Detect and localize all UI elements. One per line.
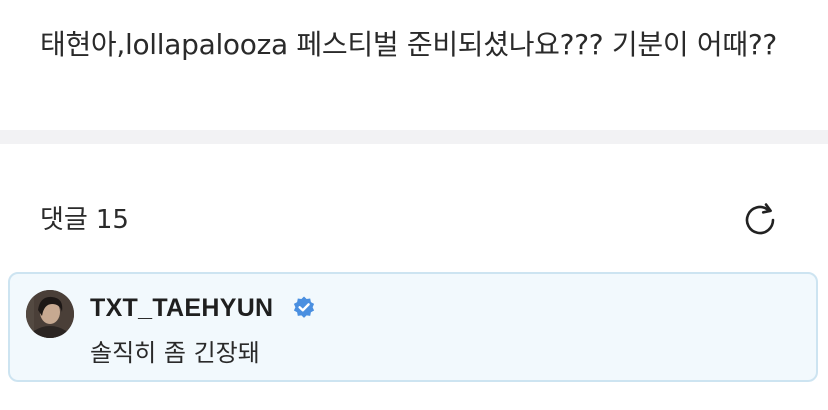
comments-label: 댓글 [40, 205, 88, 235]
section-divider [0, 130, 828, 144]
verified-badge-icon [291, 295, 317, 321]
comment-text: 솔직히 좀 긴장돼 [90, 339, 260, 367]
highlighted-comment-card[interactable]: TXT_TAEHYUN 솔직히 좀 긴장돼 [8, 272, 818, 382]
post-body: 태현아,lollapalooza 페스티벌 준비되셨나요??? 기분이 어때?? [0, 0, 828, 130]
comments-count: 15 [95, 205, 129, 235]
post-text: 태현아,lollapalooza 페스티벌 준비되셨나요??? 기분이 어때?? [40, 28, 777, 61]
comments-title: 댓글 15 [40, 202, 129, 238]
avatar[interactable] [26, 290, 74, 338]
bottom-edge [0, 396, 828, 410]
comment-author[interactable]: TXT_TAEHYUN [90, 292, 273, 324]
refresh-icon[interactable] [740, 200, 780, 240]
comments-header: 댓글 15 [0, 144, 828, 270]
